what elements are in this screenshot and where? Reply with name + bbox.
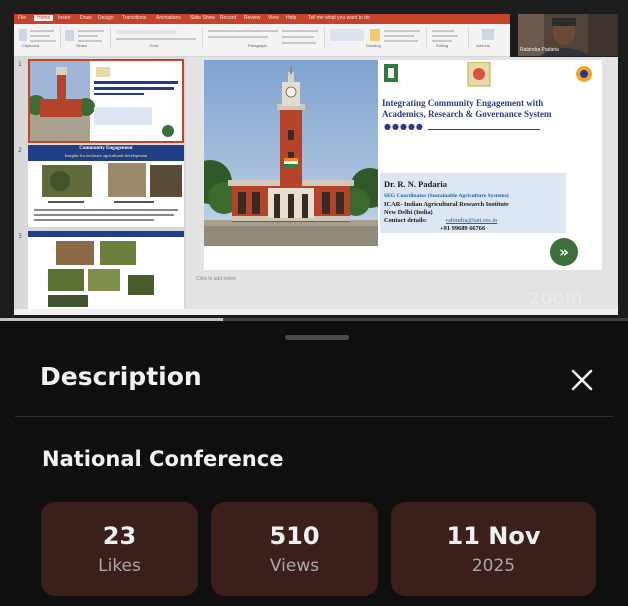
- contact-email[interactable]: rabindra@iari.res.in: [446, 217, 497, 225]
- powerpoint-status-bar: [14, 309, 618, 315]
- slide-title-line-2: Academics, Research & Governance System: [382, 109, 552, 119]
- sheet-heading: Description: [40, 362, 202, 391]
- views-label: Views: [269, 556, 320, 576]
- ppt-tab-transitions: Transitions: [122, 15, 147, 21]
- next-arrow-icon: »: [550, 238, 578, 266]
- ribbon-group-slides: Slides: [62, 27, 111, 49]
- contact-phone: +91 99689 66766: [440, 225, 486, 232]
- presenter-name: Dr. R. N. Padaria: [384, 179, 447, 189]
- ppt-tab-home: Home: [34, 15, 54, 21]
- presenter-institute: ICAR- Indian Agricultural Research Insti…: [384, 201, 509, 208]
- presenter-role: SEG Coordinator (Sustainable Agriculture…: [384, 193, 509, 199]
- ppt-tab-animations: Animations: [156, 15, 181, 21]
- slide-thumbnail-3[interactable]: [28, 231, 184, 309]
- thumb-3-preview: [28, 231, 184, 309]
- thumb-1-preview: [26, 61, 182, 141]
- thumb-2-preview: [34, 163, 182, 221]
- ribbon-group-editing: Editing: [428, 27, 469, 49]
- powerpoint-tab-bar: File Home Insert Draw Design Transitions…: [14, 14, 510, 24]
- upload-year: 2025: [471, 556, 516, 576]
- slide-bullet-dots: ●●●●●: [384, 122, 424, 131]
- slide-logos: [384, 62, 592, 87]
- campus-building-photo: [204, 60, 378, 246]
- ribbon-group-addins: Add-ins: [470, 27, 506, 49]
- thumb-number-1: 1: [18, 61, 22, 68]
- ppt-tab-view: View: [268, 15, 279, 21]
- ribbon-group-paragraph: Paragraph: [204, 27, 325, 49]
- ppt-tab-design: Design: [98, 15, 114, 21]
- views-count: 510: [269, 522, 320, 550]
- zoom-watermark: zoom: [530, 287, 583, 309]
- ppt-tab-help: Help: [286, 15, 297, 21]
- thumb-2-heading: Community Engagement: [79, 146, 133, 151]
- sheet-divider: [15, 416, 613, 417]
- slide-thumbnails-pane[interactable]: 1 2 Community Engagement Insights for in…: [14, 57, 186, 309]
- ppt-tell-me: Tell me what you want to do: [308, 15, 370, 21]
- powerpoint-ribbon: Clipboard Slides Font Paragraph Drawing …: [14, 24, 510, 57]
- ppt-tab-insert: Insert: [58, 15, 71, 21]
- likes-label: Likes: [98, 556, 141, 576]
- video-title: National Conference: [42, 447, 284, 471]
- slide-thumbnail-1[interactable]: [26, 59, 184, 143]
- close-icon: [571, 369, 593, 391]
- thumb-number-2: 2: [18, 147, 22, 154]
- sheet-drag-handle[interactable]: [285, 335, 349, 340]
- ppt-tab-record: Record: [220, 15, 237, 21]
- thumb-number-3: 3: [18, 233, 22, 240]
- close-button[interactable]: [560, 360, 604, 400]
- views-stat-card: 510 Views: [211, 502, 378, 596]
- presenter-city: New Delhi (India): [384, 209, 433, 216]
- slide-rule: [428, 129, 540, 130]
- ribbon-group-font: Font: [112, 27, 203, 49]
- thumb-2-subheading: Insights for inclusive agricultural deve…: [64, 153, 148, 158]
- slide-title-line-1: Integrating Community Engagement with: [382, 98, 544, 108]
- ppt-tab-file: File: [18, 15, 27, 21]
- slide-title: Integrating Community Engagement with Ac…: [382, 98, 600, 120]
- slide-thumbnail-2[interactable]: Community Engagement Insights for inclus…: [28, 145, 184, 227]
- ppt-tab-slideshow: Slide Show: [190, 15, 216, 21]
- likes-stat-card: 23 Likes: [41, 502, 198, 596]
- participant-name: Rabindra Padaria: [520, 47, 559, 53]
- upload-date: 11 Nov: [446, 522, 541, 550]
- ppt-tab-review: Review: [244, 15, 261, 21]
- ppt-tab-draw: Draw: [80, 15, 92, 21]
- date-stat-card: 11 Nov 2025: [391, 502, 596, 596]
- current-slide[interactable]: Integrating Community Engagement with Ac…: [204, 60, 602, 270]
- ribbon-group-clipboard: Clipboard: [16, 27, 61, 49]
- contact-label: Contact details:: [384, 217, 428, 224]
- likes-count: 23: [102, 522, 137, 550]
- ribbon-group-drawing: Drawing: [326, 27, 427, 49]
- notes-placeholder[interactable]: Click to add notes: [196, 276, 236, 282]
